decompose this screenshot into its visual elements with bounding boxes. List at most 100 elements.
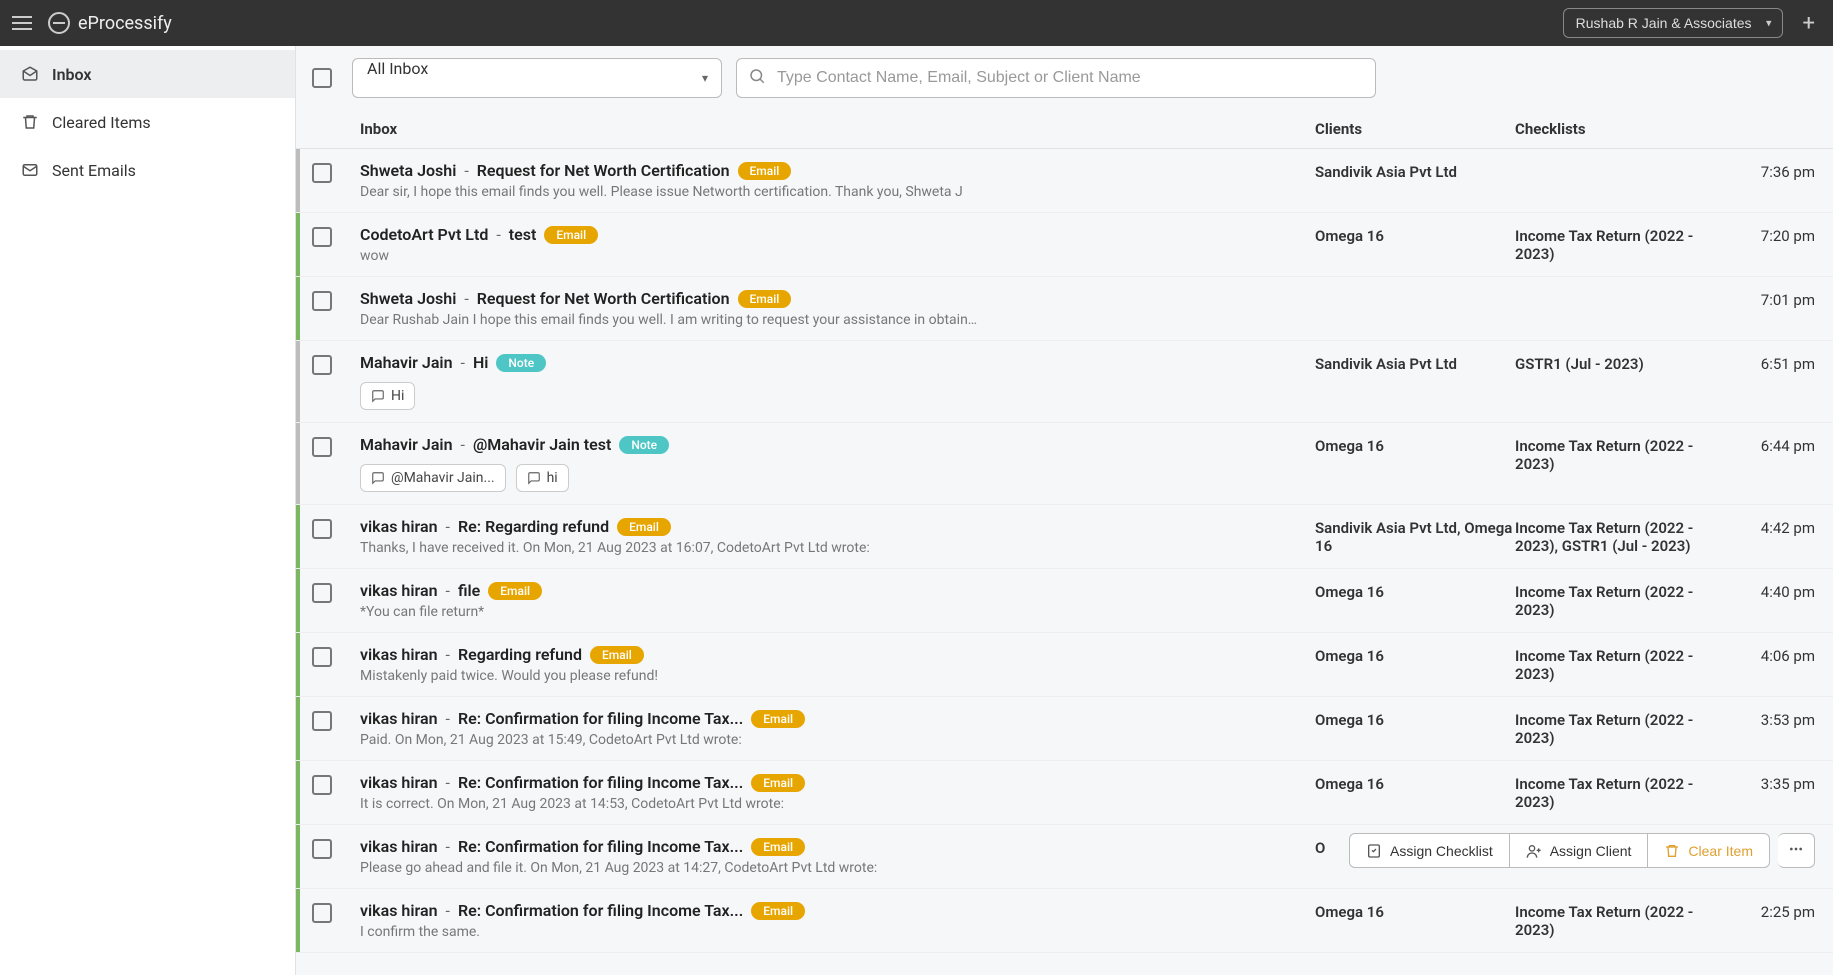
row-title: vikas hiran - Re: Confirmation for filin… [360,837,1299,856]
clear-item-button[interactable]: Clear Item [1648,833,1770,868]
row-main: vikas hiran - Re: Confirmation for filin… [360,709,1315,748]
row-clients: Omega 16 [1315,435,1515,492]
sidebar-item-label: Inbox [52,65,92,84]
separator: - [446,581,450,600]
sidebar-item-sent[interactable]: Sent Emails [0,146,295,194]
row-checkbox[interactable] [312,437,332,457]
row-subject: Request for Net Worth Certification [477,289,730,308]
inbox-row[interactable]: vikas hiran - Re: Confirmation for filin… [296,825,1833,889]
select-all-checkbox[interactable] [312,68,332,88]
row-sender: vikas hiran [360,581,438,600]
chip-label: hi [547,470,558,486]
trash-icon [20,112,40,132]
row-checklists: Income Tax Return (2022 - 2023) [1515,581,1715,620]
inbox-list[interactable]: Shweta Joshi - Request for Net Worth Cer… [296,149,1833,975]
inbox-row[interactable]: vikas hiran - Re: Confirmation for filin… [296,697,1833,761]
menu-toggle[interactable] [12,11,36,35]
row-subject: Re: Confirmation for filing Income Tax..… [458,901,743,920]
row-title: Shweta Joshi - Request for Net Worth Cer… [360,289,1299,308]
inbox-row[interactable]: vikas hiran - fileEmail*You can file ret… [296,569,1833,633]
row-checklists: Income Tax Return (2022 - 2023) [1515,709,1715,748]
row-preview: Dear Rushab Jain I hope this email finds… [360,312,980,328]
inbox-row[interactable]: vikas hiran - Re: Confirmation for filin… [296,761,1833,825]
row-main: vikas hiran - Re: Confirmation for filin… [360,773,1315,812]
row-checkbox[interactable] [312,519,332,539]
content-pane: All Inbox Inbox Clients Checklists Shwet… [296,46,1833,975]
inbox-filter-dropdown[interactable]: All Inbox [352,58,722,98]
inbox-row[interactable]: Mahavir Jain - HiNoteHiSandivik Asia Pvt… [296,341,1833,423]
sidebar-item-cleared[interactable]: Cleared Items [0,98,295,146]
search-input[interactable] [736,58,1376,98]
assign-client-button[interactable]: Assign Client [1510,833,1649,868]
app-logo[interactable]: eProcessify [48,12,172,34]
row-checkbox[interactable] [312,903,332,923]
app-name: eProcessify [78,13,172,34]
row-sender: vikas hiran [360,517,438,536]
email-badge: Email [590,646,644,664]
comment-icon [527,471,541,485]
row-preview: It is correct. On Mon, 21 Aug 2023 at 14… [360,796,980,812]
row-checklists: GSTR1 (Jul - 2023) [1515,353,1715,410]
row-checkbox[interactable] [312,839,332,859]
column-header-row: Inbox Clients Checklists [296,110,1833,149]
row-title: CodetoArt Pvt Ltd - testEmail [360,225,1299,244]
row-clients: Sandivik Asia Pvt Ltd [1315,161,1515,200]
row-main: vikas hiran - Regarding refundEmailMista… [360,645,1315,684]
row-main: Mahavir Jain - HiNoteHi [360,353,1315,410]
more-actions-button[interactable] [1778,833,1815,868]
account-dropdown[interactable]: Rushab R Jain & Associates [1563,8,1783,38]
row-subject: Regarding refund [458,645,582,664]
assign-checklist-button[interactable]: Assign Checklist [1349,833,1510,868]
inbox-icon [20,64,40,84]
row-checkbox[interactable] [312,227,332,247]
row-chips: Hi [360,382,1299,410]
row-title: vikas hiran - Re: Confirmation for filin… [360,709,1299,728]
separator: - [496,225,500,244]
row-time: 6:51 pm [1715,353,1815,410]
row-clients: Omega 16 [1315,645,1515,684]
row-checklists [1515,289,1715,328]
row-sender: vikas hiran [360,837,438,856]
row-time: 7:36 pm [1715,161,1815,200]
row-checkbox[interactable] [312,775,332,795]
row-chips: @Mahavir Jain... hi [360,464,1299,492]
row-time: 7:01 pm [1715,289,1815,328]
add-button[interactable]: + [1797,11,1821,36]
row-checkbox[interactable] [312,291,332,311]
comment-chip[interactable]: Hi [360,382,415,410]
row-preview: Dear sir, I hope this email finds you we… [360,184,980,200]
row-checkbox[interactable] [312,163,332,183]
row-checkbox[interactable] [312,355,332,375]
inbox-row[interactable]: vikas hiran - Re: Confirmation for filin… [296,889,1833,953]
row-preview: Paid. On Mon, 21 Aug 2023 at 15:49, Code… [360,732,980,748]
row-time: 4:06 pm [1715,645,1815,684]
comment-chip[interactable]: @Mahavir Jain... [360,464,506,492]
row-sender: vikas hiran [360,773,438,792]
comment-chip[interactable]: hi [516,464,569,492]
inbox-row[interactable]: Shweta Joshi - Request for Net Worth Cer… [296,149,1833,213]
inbox-row[interactable]: vikas hiran - Re: Regarding refundEmailT… [296,505,1833,569]
row-checkbox[interactable] [312,583,332,603]
email-badge: Email [751,774,805,792]
row-preview: I confirm the same. [360,924,980,940]
row-subject: Request for Net Worth Certification [477,161,730,180]
row-checklists: Income Tax Return (2022 - 2023) [1515,225,1715,264]
chip-label: Hi [391,388,404,404]
row-title: Mahavir Jain - @Mahavir Jain testNote [360,435,1299,454]
row-sender: Shweta Joshi [360,161,456,180]
row-checklists [1515,161,1715,200]
inbox-row[interactable]: Shweta Joshi - Request for Net Worth Cer… [296,277,1833,341]
inbox-row[interactable]: vikas hiran - Regarding refundEmailMista… [296,633,1833,697]
sidebar-item-inbox[interactable]: Inbox [0,50,295,98]
email-badge: Email [751,902,805,920]
trash-icon [1664,843,1680,859]
row-checkbox[interactable] [312,711,332,731]
row-sender: CodetoArt Pvt Ltd [360,225,488,244]
separator: - [461,353,465,372]
row-clients: Omega 16 [1315,581,1515,620]
inbox-row[interactable]: CodetoArt Pvt Ltd - testEmailwowOmega 16… [296,213,1833,277]
row-checkbox[interactable] [312,647,332,667]
inbox-row[interactable]: Mahavir Jain - @Mahavir Jain testNote @Ma… [296,423,1833,505]
separator: - [446,773,450,792]
row-main: Shweta Joshi - Request for Net Worth Cer… [360,289,1315,328]
